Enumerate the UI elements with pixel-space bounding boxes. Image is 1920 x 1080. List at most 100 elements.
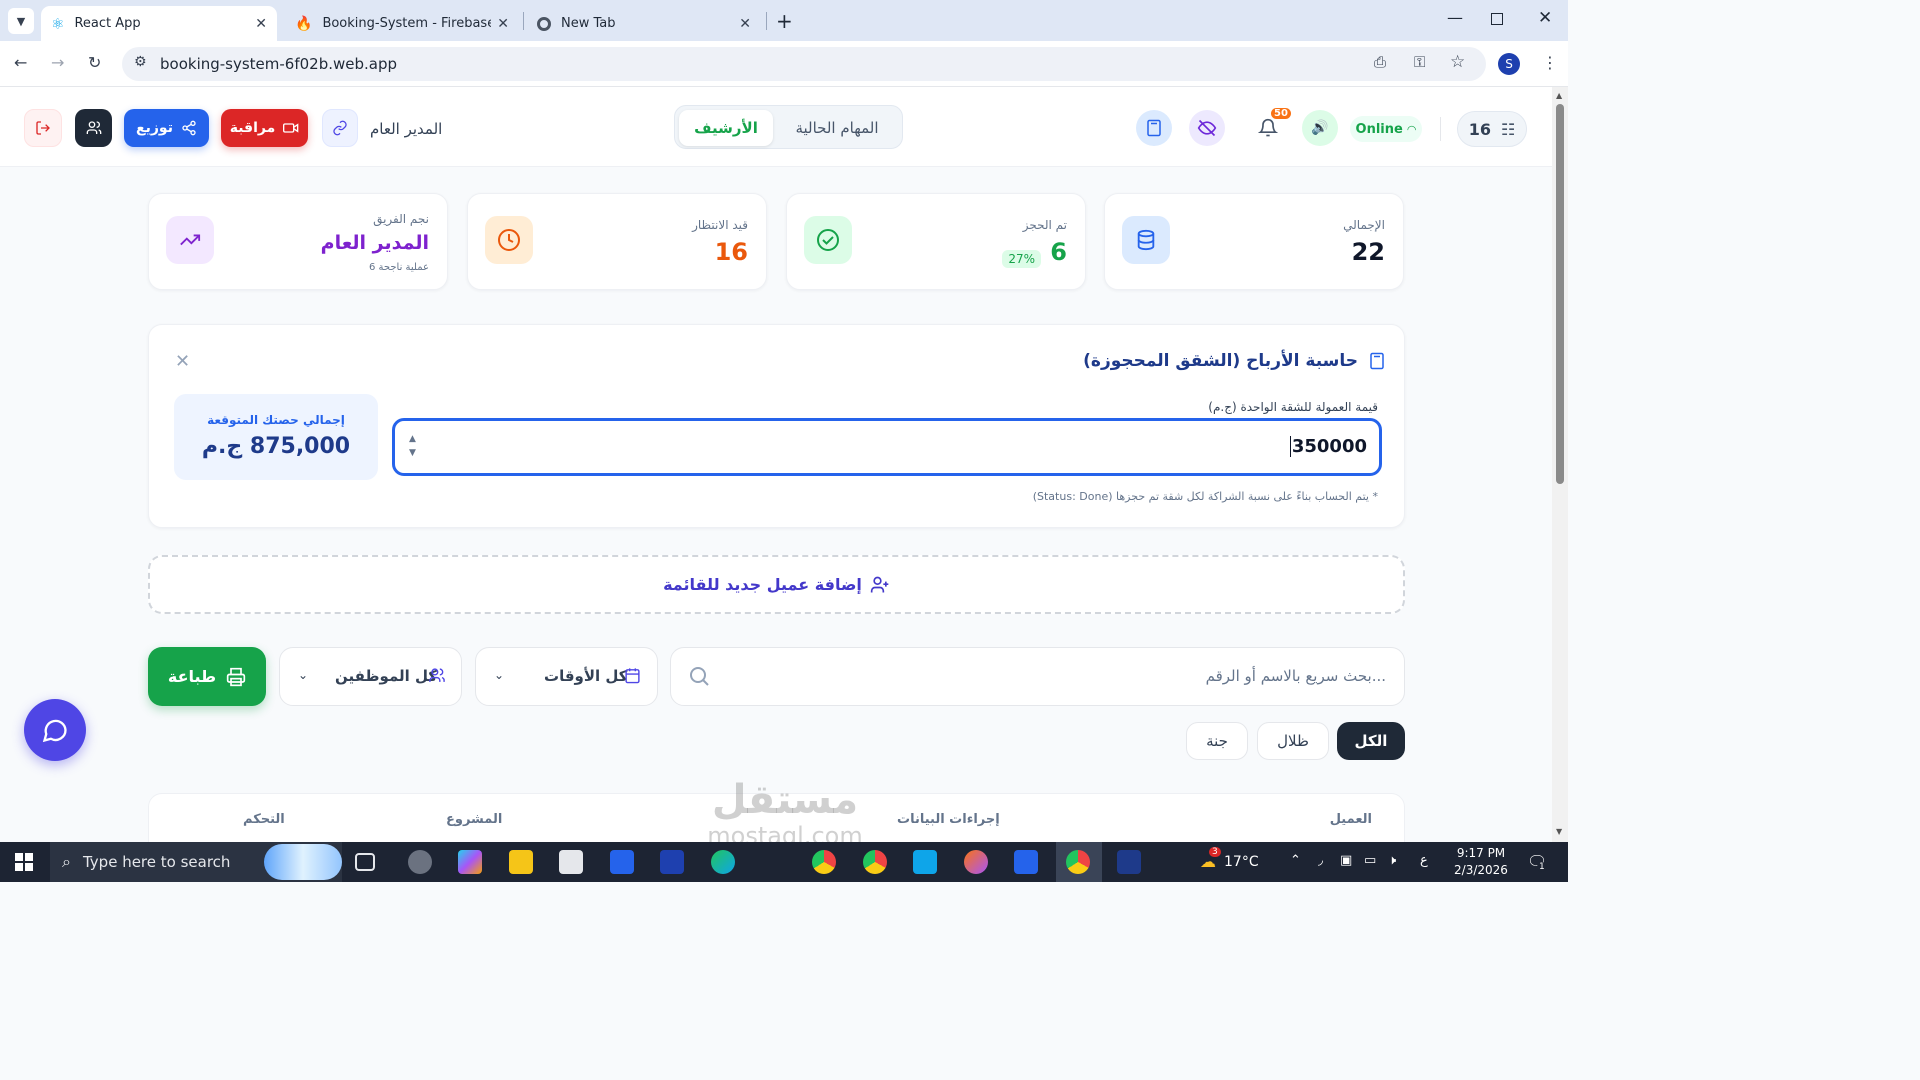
filter-pill-janna[interactable]: جنة bbox=[1186, 722, 1248, 760]
address-bar[interactable]: ⚙ booking-system-6f02b.web.app ⎙ ⚿ ☆ bbox=[122, 47, 1486, 81]
close-icon[interactable]: ✕ bbox=[175, 351, 190, 372]
restore-icon[interactable] bbox=[1491, 13, 1503, 25]
windows-start-icon[interactable] bbox=[15, 853, 33, 871]
network-icon[interactable]: ◞ bbox=[1318, 853, 1323, 868]
weather-widget[interactable]: ☁ 3 17°C bbox=[1200, 847, 1259, 871]
printer-icon bbox=[226, 667, 246, 686]
chrome-active-icon[interactable] bbox=[1066, 850, 1090, 874]
tab-current-tasks[interactable]: المهام الحالية bbox=[775, 110, 899, 146]
stat-card-team-star: نجم الفريق المدير العام 6 عملية ناجحة bbox=[148, 193, 448, 290]
tab-archive[interactable]: الأرشيف bbox=[679, 110, 773, 146]
password-key-icon[interactable]: ⚿ bbox=[1414, 53, 1425, 71]
calculator-button[interactable] bbox=[1136, 110, 1172, 146]
url-text[interactable]: booking-system-6f02b.web.app bbox=[160, 55, 397, 73]
clock[interactable]: 9:17 PM 2/3/2026 bbox=[1446, 845, 1516, 879]
stat-card-total: الإجمالي 22 bbox=[1104, 193, 1404, 290]
meet-now-icon[interactable]: ▣ bbox=[1340, 853, 1352, 868]
copilot-icon[interactable] bbox=[458, 850, 482, 874]
list-icon: ☷ bbox=[1500, 119, 1516, 139]
commission-input[interactable]: ▲ ▼ 350000 bbox=[392, 418, 1382, 476]
tray-chevron-icon[interactable]: ⌃ bbox=[1290, 853, 1301, 868]
browser-tab-react-app[interactable]: ⚛ React App ✕ bbox=[41, 6, 277, 41]
stat-label: نجم الفريق bbox=[373, 212, 429, 226]
filter-pill-zilal[interactable]: ظلال bbox=[1257, 722, 1329, 760]
browser-menu-icon[interactable]: ⋮ bbox=[1542, 53, 1558, 72]
back-arrow-icon[interactable]: ← bbox=[14, 53, 27, 72]
add-client-label: إضافة عميل جديد للقائمة bbox=[663, 575, 862, 594]
battery-icon[interactable]: ▭ bbox=[1364, 853, 1376, 868]
reload-icon[interactable]: ↻ bbox=[88, 53, 101, 72]
task-view-icon[interactable] bbox=[355, 853, 375, 871]
scroll-down-arrow[interactable]: ▼ bbox=[1556, 827, 1562, 836]
distribute-button[interactable]: توزيع bbox=[124, 109, 209, 147]
wifi-icon: ◠ bbox=[1406, 122, 1417, 136]
chrome-icon[interactable] bbox=[812, 850, 836, 874]
firefox-icon[interactable] bbox=[964, 850, 988, 874]
volume-mute-icon[interactable]: 🕨 bbox=[1388, 853, 1396, 868]
weather-icon: ☁ 3 bbox=[1200, 847, 1221, 871]
taskbar-search-placeholder: Type here to search bbox=[82, 853, 231, 871]
filter-pill-all[interactable]: الكل bbox=[1337, 722, 1405, 760]
browser-tab-firebase[interactable]: 🔥 Booking-System - Firebase con ✕ bbox=[285, 6, 519, 41]
close-icon[interactable]: ✕ bbox=[497, 16, 509, 32]
copy-link-button[interactable] bbox=[322, 109, 358, 147]
forward-arrow-icon[interactable]: → bbox=[51, 53, 64, 72]
powershell-icon[interactable] bbox=[1117, 850, 1141, 874]
time-filter-label: كل الأوقات bbox=[544, 667, 628, 685]
firebase-icon: 🔥 bbox=[295, 15, 313, 32]
browser-tab-strip: ▼ ⚛ React App ✕ 🔥 Booking-System - Fireb… bbox=[0, 0, 1568, 41]
new-tab-button[interactable]: + bbox=[776, 9, 793, 33]
monitor-button[interactable]: مراقبة bbox=[221, 109, 308, 147]
app-icon-media[interactable] bbox=[408, 850, 432, 874]
search-box[interactable]: بحث سريع بالاسم أو الرقم... bbox=[670, 647, 1405, 706]
logout-button[interactable] bbox=[24, 109, 62, 147]
print-button[interactable]: طباعة bbox=[148, 647, 266, 706]
stat-value: 16 bbox=[714, 238, 748, 266]
minimize-icon[interactable]: — bbox=[1447, 8, 1463, 27]
employee-filter-select[interactable]: ⌄ كل الموظفين bbox=[279, 647, 462, 706]
chrome-profile-icon[interactable] bbox=[863, 850, 887, 874]
add-client-button[interactable]: إضافة عميل جديد للقائمة bbox=[148, 555, 1405, 614]
scroll-up-arrow[interactable]: ▲ bbox=[1556, 91, 1562, 100]
monitor-label: مراقبة bbox=[229, 120, 276, 136]
vscode-icon[interactable] bbox=[913, 850, 937, 874]
tab-search-button[interactable]: ▼ bbox=[8, 8, 34, 34]
number-stepper[interactable]: ▲ ▼ bbox=[409, 432, 416, 460]
share-icon bbox=[182, 120, 196, 136]
count-value: 16 bbox=[1468, 119, 1491, 139]
logout-icon bbox=[36, 121, 50, 135]
edge-icon[interactable] bbox=[711, 850, 735, 874]
mail-icon[interactable] bbox=[610, 850, 634, 874]
notification-center-icon[interactable]: 🗨 1 bbox=[1527, 852, 1547, 872]
sound-toggle-button[interactable]: 🔊 bbox=[1302, 110, 1338, 146]
close-icon[interactable]: ✕ bbox=[739, 16, 751, 32]
install-app-icon[interactable]: ⎙ bbox=[1374, 53, 1386, 71]
commission-field-label: قيمة العمولة للشقة الواحدة (ج.م) bbox=[1208, 400, 1378, 414]
expected-share-label: إجمالي حصتك المتوقعة bbox=[207, 413, 345, 427]
site-settings-icon[interactable]: ⚙ bbox=[134, 54, 147, 70]
word-icon[interactable] bbox=[1014, 850, 1038, 874]
bookmark-star-icon[interactable]: ☆ bbox=[1450, 52, 1465, 72]
count-badge[interactable]: 16 ☷ bbox=[1457, 111, 1527, 147]
news-icon[interactable] bbox=[660, 850, 684, 874]
close-icon[interactable]: ✕ bbox=[255, 16, 267, 32]
taskbar-search-box[interactable]: ⌕ Type here to search bbox=[50, 842, 342, 882]
browser-tab-new-tab[interactable]: New Tab ✕ bbox=[527, 6, 761, 41]
chat-button[interactable] bbox=[24, 699, 86, 761]
notifications-button[interactable]: 50 bbox=[1250, 108, 1291, 146]
input-language[interactable]: ع bbox=[1420, 853, 1428, 868]
store-icon[interactable] bbox=[559, 850, 583, 874]
stat-label: تم الحجز bbox=[1022, 218, 1067, 232]
file-explorer-icon[interactable] bbox=[509, 850, 533, 874]
stat-subtext: 6 عملية ناجحة bbox=[369, 262, 429, 273]
hide-toggle-button[interactable] bbox=[1189, 110, 1225, 146]
stat-card-booked: تم الحجز 6 27% bbox=[786, 193, 1086, 290]
commission-input-value: 350000 bbox=[1289, 436, 1367, 457]
scrollbar-thumb[interactable] bbox=[1556, 104, 1564, 484]
close-window-icon[interactable]: ✕ bbox=[1538, 8, 1552, 28]
users-button[interactable] bbox=[75, 109, 112, 147]
chevron-down-icon: ⌄ bbox=[494, 668, 505, 682]
profile-avatar[interactable]: S bbox=[1498, 53, 1520, 75]
time-filter-select[interactable]: ⌄ كل الأوقات bbox=[475, 647, 658, 706]
employee-filter-label: كل الموظفين bbox=[335, 667, 438, 685]
